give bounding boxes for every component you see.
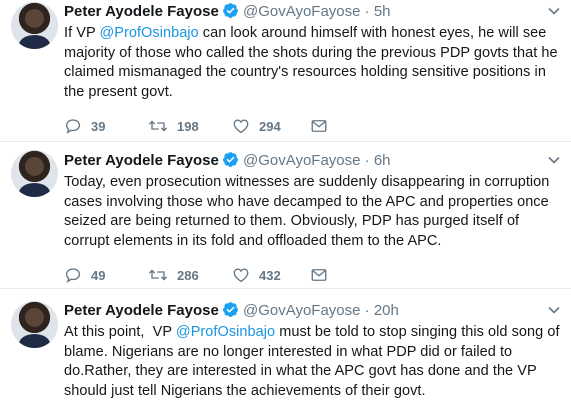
message-button[interactable] bbox=[310, 117, 328, 135]
author-name[interactable]: Peter Ayodele Fayose bbox=[64, 302, 219, 319]
mention-link[interactable]: @ProfOsinbajo bbox=[176, 324, 275, 340]
timestamp[interactable]: 5h bbox=[374, 3, 391, 20]
tweet-text: Today, even prosecution witnesses are su… bbox=[64, 174, 550, 249]
avatar[interactable] bbox=[11, 301, 58, 348]
retweet-button[interactable]: 286 bbox=[148, 266, 199, 284]
chevron-down-icon[interactable] bbox=[547, 4, 561, 18]
separator-dot: · bbox=[364, 302, 370, 319]
retweet-icon bbox=[148, 117, 168, 135]
like-icon bbox=[232, 117, 250, 135]
tweet-text: At this point, VP @ProfOsinbajo must be … bbox=[64, 324, 560, 399]
separator-dot: · bbox=[364, 152, 370, 169]
author-name[interactable]: Peter Ayodele Fayose bbox=[64, 152, 219, 169]
tweet-header: Peter Ayodele Fayose @GovAyoFayose · 6h bbox=[64, 151, 391, 174]
chevron-down-icon[interactable] bbox=[547, 303, 561, 317]
author-name[interactable]: Peter Ayodele Fayose bbox=[64, 3, 219, 20]
author-handle[interactable]: @GovAyoFayose bbox=[243, 3, 361, 20]
verified-icon bbox=[222, 151, 239, 174]
like-button[interactable]: 294 bbox=[232, 117, 281, 135]
tweet-header: Peter Ayodele Fayose @GovAyoFayose · 20h bbox=[64, 301, 399, 324]
message-icon bbox=[310, 117, 328, 135]
tweet-1[interactable]: Peter Ayodele Fayose @GovAyoFayose · 5h … bbox=[0, 0, 571, 142]
retweet-count: 286 bbox=[177, 267, 199, 283]
separator-dot: · bbox=[364, 3, 370, 20]
reply-count: 49 bbox=[91, 267, 106, 283]
like-icon bbox=[232, 266, 250, 284]
reply-button[interactable]: 39 bbox=[64, 117, 105, 135]
avatar[interactable] bbox=[11, 2, 58, 49]
reply-button[interactable]: 49 bbox=[64, 266, 105, 284]
author-handle[interactable]: @GovAyoFayose bbox=[243, 302, 361, 319]
tweet-actions: 39 198 294 bbox=[64, 117, 344, 137]
reply-count: 39 bbox=[91, 118, 106, 134]
verified-icon bbox=[222, 301, 239, 324]
retweet-count: 198 bbox=[177, 118, 199, 134]
tweet-actions: 49 286 432 bbox=[64, 266, 344, 286]
avatar[interactable] bbox=[11, 150, 58, 197]
like-button[interactable]: 432 bbox=[232, 266, 281, 284]
mention-link[interactable]: @ProfOsinbajo bbox=[100, 25, 199, 41]
retweet-icon bbox=[148, 266, 168, 284]
chevron-down-icon[interactable] bbox=[547, 153, 561, 167]
message-button[interactable] bbox=[310, 266, 328, 284]
tweet-3[interactable]: Peter Ayodele Fayose @GovAyoFayose · 20h… bbox=[0, 289, 571, 411]
timestamp[interactable]: 6h bbox=[374, 152, 391, 169]
message-icon bbox=[310, 266, 328, 284]
retweet-button[interactable]: 198 bbox=[148, 117, 199, 135]
reply-icon bbox=[64, 266, 82, 284]
tweet-2[interactable]: Peter Ayodele Fayose @GovAyoFayose · 6h … bbox=[0, 142, 571, 289]
like-count: 294 bbox=[259, 118, 281, 134]
tweet-header: Peter Ayodele Fayose @GovAyoFayose · 5h bbox=[64, 2, 391, 25]
verified-icon bbox=[222, 2, 239, 25]
timestamp[interactable]: 20h bbox=[374, 302, 399, 319]
tweet-feed: Peter Ayodele Fayose @GovAyoFayose · 5h … bbox=[0, 0, 571, 411]
author-handle[interactable]: @GovAyoFayose bbox=[243, 152, 361, 169]
like-count: 432 bbox=[259, 267, 281, 283]
reply-icon bbox=[64, 117, 82, 135]
tweet-text: If VP @ProfOsinbajo can look around hims… bbox=[64, 25, 558, 100]
